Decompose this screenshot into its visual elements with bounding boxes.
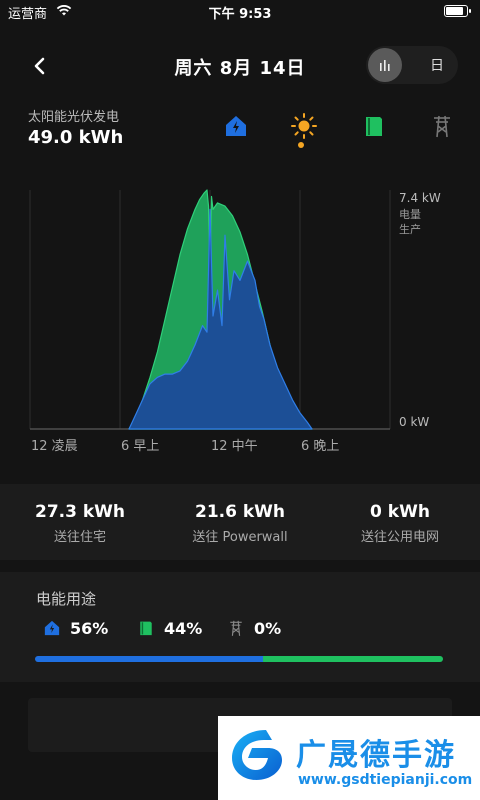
powerwall-icon[interactable] xyxy=(360,112,388,140)
y-bottom-label: 0 kW xyxy=(399,415,429,429)
usage-bar-home xyxy=(35,656,264,662)
chart-view-button[interactable] xyxy=(368,48,402,82)
stat-label: 送往公用电网 xyxy=(360,530,439,545)
y-axis-sublabel: 生产 xyxy=(399,222,421,236)
energy-destination-panel: 27.3 kWh 送往住宅 21.6 kWh 送往 Powerwall 0 kW… xyxy=(0,484,480,560)
x-tick-label: 6 早上 xyxy=(121,439,159,454)
selected-indicator-dot xyxy=(298,142,304,148)
sun-icon[interactable] xyxy=(290,112,318,140)
x-tick-label: 12 凌晨 xyxy=(31,439,78,454)
stat-grid: 0 kWh 送往公用电网 xyxy=(320,502,480,545)
watermark-logo-icon xyxy=(232,730,282,780)
day-view-button[interactable]: 日 xyxy=(420,48,454,82)
status-time: 下午 9:53 xyxy=(208,7,272,22)
usage-percent: 44% xyxy=(164,618,203,638)
usage-percent: 0% xyxy=(254,618,282,638)
usage-item-home: 56% xyxy=(42,618,108,638)
bar-chart-icon xyxy=(380,60,390,71)
battery-icon xyxy=(444,5,471,17)
y-axis-sublabel: 电量 xyxy=(399,208,421,221)
stat-label: 送往住宅 xyxy=(53,530,106,545)
status-bar: 运营商 下午 9:53 xyxy=(0,0,480,24)
usage-item-powerwall: 44% xyxy=(136,618,202,638)
stat-home: 27.3 kWh 送往住宅 xyxy=(0,502,160,545)
solar-production-chart: 12 凌晨 6 早上 12 中午 6 晚上 7.4 kW 电量生产 0 kW xyxy=(29,189,441,454)
solar-summary: 太阳能光伏发电 49.0 kWh xyxy=(28,106,123,148)
watermark-url: www.gsdtiepianji.com xyxy=(298,772,473,788)
home-icon xyxy=(44,620,60,636)
grid-tower-icon[interactable] xyxy=(428,112,456,140)
watermark-overlay: 广晟德手游 www.gsdtiepianji.com xyxy=(218,716,480,800)
usage-heading: 电能用途 xyxy=(36,590,97,608)
summary-label: 太阳能光伏发电 xyxy=(28,110,120,125)
usage-bar-powerwall xyxy=(263,656,443,662)
stat-powerwall: 21.6 kWh 送往 Powerwall xyxy=(160,502,320,545)
stat-value: 21.6 kWh xyxy=(194,502,286,522)
energy-usage-section: 电能用途 56% 44% 0% xyxy=(0,572,480,682)
y-top-label: 7.4 kW xyxy=(399,191,441,205)
header: 周六 8月 14日 日 xyxy=(0,40,480,90)
x-tick-label: 6 晚上 xyxy=(301,439,339,454)
usage-item-grid: 0% xyxy=(226,618,281,638)
usage-percent: 56% xyxy=(70,618,109,638)
stat-label: 送往 Powerwall xyxy=(192,530,288,545)
usage-progress-bar xyxy=(35,656,443,662)
source-icons xyxy=(218,112,468,152)
grid-tower-icon xyxy=(230,620,242,636)
powerwall-icon xyxy=(140,621,152,636)
stat-value: 27.3 kWh xyxy=(34,502,126,522)
x-tick-label: 12 中午 xyxy=(211,439,258,454)
stat-value: 0 kWh xyxy=(370,502,430,522)
home-icon[interactable] xyxy=(222,112,250,140)
watermark-title: 广晟德手游 xyxy=(296,738,456,773)
summary-value: 49.0 kWh xyxy=(28,127,124,148)
view-toggle: 日 xyxy=(366,46,458,84)
